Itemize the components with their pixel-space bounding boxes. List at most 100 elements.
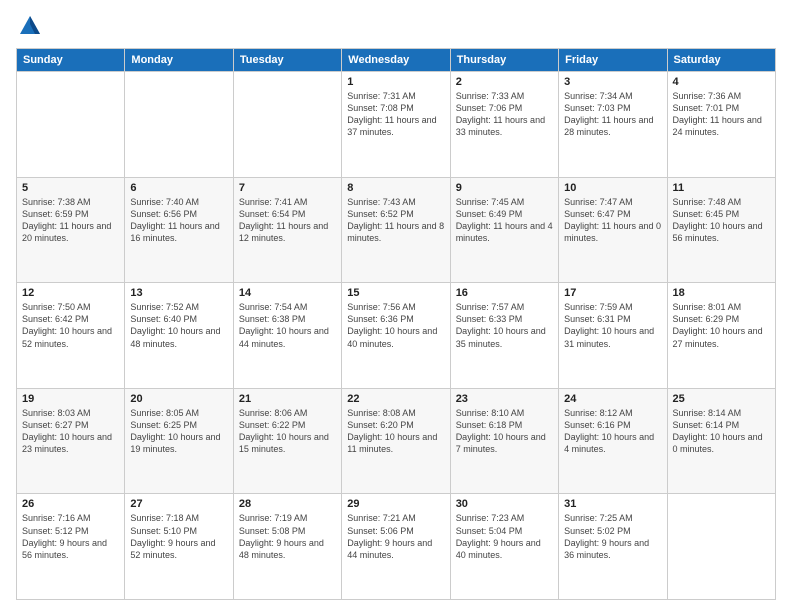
day-number: 30 bbox=[456, 498, 553, 510]
logo bbox=[16, 12, 48, 40]
day-cell: 1 Sunrise: 7:31 AM Sunset: 7:08 PM Daylig… bbox=[342, 72, 450, 178]
day-number: 26 bbox=[22, 498, 119, 510]
day-info: Sunrise: 7:31 AM Sunset: 7:08 PM Dayligh… bbox=[347, 90, 444, 139]
day-info: Sunrise: 7:33 AM Sunset: 7:06 PM Dayligh… bbox=[456, 90, 553, 139]
day-number: 23 bbox=[456, 393, 553, 405]
day-info: Sunrise: 7:34 AM Sunset: 7:03 PM Dayligh… bbox=[564, 90, 661, 139]
day-number: 29 bbox=[347, 498, 444, 510]
day-number: 14 bbox=[239, 287, 336, 299]
day-cell: 7Sunrise: 7:41 AM Sunset: 6:54 PM Daylig… bbox=[233, 177, 341, 283]
day-cell: 3 Sunrise: 7:34 AM Sunset: 7:03 PM Daylig… bbox=[559, 72, 667, 178]
weekday-saturday: Saturday bbox=[667, 49, 775, 72]
day-cell bbox=[667, 494, 775, 600]
day-info: Sunrise: 7:25 AM Sunset: 5:02 PM Dayligh… bbox=[564, 512, 661, 561]
day-number: 6 bbox=[130, 182, 227, 194]
day-info: Sunrise: 7:19 AM Sunset: 5:08 PM Dayligh… bbox=[239, 512, 336, 561]
week-row-3: 12 Sunrise: 7:50 AM Sunset: 6:42 PM Dayli… bbox=[17, 283, 776, 389]
day-number: 9 bbox=[456, 182, 553, 194]
day-number: 19 bbox=[22, 393, 119, 405]
day-cell: 19 Sunrise: 8:03 AM Sunset: 6:27 PM Dayli… bbox=[17, 388, 125, 494]
day-info: Sunrise: 7:56 AM Sunset: 6:36 PM Dayligh… bbox=[347, 301, 444, 350]
day-cell: 18 Sunrise: 8:01 AM Sunset: 6:29 PM Dayli… bbox=[667, 283, 775, 389]
day-cell: 25 Sunrise: 8:14 AM Sunset: 6:14 PM Dayli… bbox=[667, 388, 775, 494]
day-number: 31 bbox=[564, 498, 661, 510]
day-cell: 16 Sunrise: 7:57 AM Sunset: 6:33 PM Dayli… bbox=[450, 283, 558, 389]
day-number: 8 bbox=[347, 182, 444, 194]
day-info: Sunrise: 8:10 AM Sunset: 6:18 PM Dayligh… bbox=[456, 407, 553, 456]
day-info: Sunrise: 8:05 AM Sunset: 6:25 PM Dayligh… bbox=[130, 407, 227, 456]
day-number: 3 bbox=[564, 76, 661, 88]
day-cell: 29 Sunrise: 7:21 AM Sunset: 5:06 PM Dayli… bbox=[342, 494, 450, 600]
day-cell: 21 Sunrise: 8:06 AM Sunset: 6:22 PM Dayli… bbox=[233, 388, 341, 494]
day-number: 12 bbox=[22, 287, 119, 299]
day-cell: 28 Sunrise: 7:19 AM Sunset: 5:08 PM Dayli… bbox=[233, 494, 341, 600]
week-row-4: 19 Sunrise: 8:03 AM Sunset: 6:27 PM Dayli… bbox=[17, 388, 776, 494]
weekday-thursday: Thursday bbox=[450, 49, 558, 72]
day-cell: 10 Sunrise: 7:47 AM Sunset: 6:47 PM Dayli… bbox=[559, 177, 667, 283]
day-info: Sunrise: 7:43 AM Sunset: 6:52 PM Dayligh… bbox=[347, 196, 444, 245]
day-cell: 27Sunrise: 7:18 AM Sunset: 5:10 PM Dayli… bbox=[125, 494, 233, 600]
weekday-wednesday: Wednesday bbox=[342, 49, 450, 72]
day-number: 10 bbox=[564, 182, 661, 194]
day-number: 2 bbox=[456, 76, 553, 88]
day-cell: 2 Sunrise: 7:33 AM Sunset: 7:06 PM Daylig… bbox=[450, 72, 558, 178]
day-info: Sunrise: 7:21 AM Sunset: 5:06 PM Dayligh… bbox=[347, 512, 444, 561]
day-info: Sunrise: 8:08 AM Sunset: 6:20 PM Dayligh… bbox=[347, 407, 444, 456]
day-number: 25 bbox=[673, 393, 770, 405]
day-cell: 15 Sunrise: 7:56 AM Sunset: 6:36 PM Dayli… bbox=[342, 283, 450, 389]
day-info: Sunrise: 8:06 AM Sunset: 6:22 PM Dayligh… bbox=[239, 407, 336, 456]
day-cell bbox=[125, 72, 233, 178]
day-number: 16 bbox=[456, 287, 553, 299]
day-cell: 14 Sunrise: 7:54 AM Sunset: 6:38 PM Dayli… bbox=[233, 283, 341, 389]
day-info: Sunrise: 7:57 AM Sunset: 6:33 PM Dayligh… bbox=[456, 301, 553, 350]
day-cell: 6Sunrise: 7:40 AM Sunset: 6:56 PM Daylig… bbox=[125, 177, 233, 283]
day-number: 5 bbox=[22, 182, 119, 194]
calendar-table: SundayMondayTuesdayWednesdayThursdayFrid… bbox=[16, 48, 776, 600]
day-number: 13 bbox=[130, 287, 227, 299]
day-cell bbox=[233, 72, 341, 178]
week-row-2: 5 Sunrise: 7:38 AM Sunset: 6:59 PM Daylig… bbox=[17, 177, 776, 283]
day-info: Sunrise: 8:12 AM Sunset: 6:16 PM Dayligh… bbox=[564, 407, 661, 456]
day-cell: 9 Sunrise: 7:45 AM Sunset: 6:49 PM Daylig… bbox=[450, 177, 558, 283]
day-info: Sunrise: 7:48 AM Sunset: 6:45 PM Dayligh… bbox=[673, 196, 770, 245]
day-info: Sunrise: 7:38 AM Sunset: 6:59 PM Dayligh… bbox=[22, 196, 119, 245]
day-info: Sunrise: 7:47 AM Sunset: 6:47 PM Dayligh… bbox=[564, 196, 661, 245]
day-number: 17 bbox=[564, 287, 661, 299]
day-cell: 20 Sunrise: 8:05 AM Sunset: 6:25 PM Dayli… bbox=[125, 388, 233, 494]
weekday-header-row: SundayMondayTuesdayWednesdayThursdayFrid… bbox=[17, 49, 776, 72]
day-info: Sunrise: 7:50 AM Sunset: 6:42 PM Dayligh… bbox=[22, 301, 119, 350]
day-cell: 23 Sunrise: 8:10 AM Sunset: 6:18 PM Dayli… bbox=[450, 388, 558, 494]
day-number: 11 bbox=[673, 182, 770, 194]
weekday-monday: Monday bbox=[125, 49, 233, 72]
day-number: 15 bbox=[347, 287, 444, 299]
day-number: 28 bbox=[239, 498, 336, 510]
day-number: 22 bbox=[347, 393, 444, 405]
weekday-tuesday: Tuesday bbox=[233, 49, 341, 72]
logo-icon bbox=[16, 12, 44, 40]
day-info: Sunrise: 7:45 AM Sunset: 6:49 PM Dayligh… bbox=[456, 196, 553, 245]
day-info: Sunrise: 8:14 AM Sunset: 6:14 PM Dayligh… bbox=[673, 407, 770, 456]
day-info: Sunrise: 8:03 AM Sunset: 6:27 PM Dayligh… bbox=[22, 407, 119, 456]
day-info: Sunrise: 7:16 AM Sunset: 5:12 PM Dayligh… bbox=[22, 512, 119, 561]
day-cell: 13 Sunrise: 7:52 AM Sunset: 6:40 PM Dayli… bbox=[125, 283, 233, 389]
day-cell: 4Sunrise: 7:36 AM Sunset: 7:01 PM Daylig… bbox=[667, 72, 775, 178]
week-row-1: 1 Sunrise: 7:31 AM Sunset: 7:08 PM Daylig… bbox=[17, 72, 776, 178]
day-number: 18 bbox=[673, 287, 770, 299]
day-number: 1 bbox=[347, 76, 444, 88]
day-number: 20 bbox=[130, 393, 227, 405]
day-cell: 5 Sunrise: 7:38 AM Sunset: 6:59 PM Daylig… bbox=[17, 177, 125, 283]
weekday-friday: Friday bbox=[559, 49, 667, 72]
day-cell: 12 Sunrise: 7:50 AM Sunset: 6:42 PM Dayli… bbox=[17, 283, 125, 389]
day-cell bbox=[17, 72, 125, 178]
page: SundayMondayTuesdayWednesdayThursdayFrid… bbox=[0, 0, 792, 612]
day-info: Sunrise: 7:54 AM Sunset: 6:38 PM Dayligh… bbox=[239, 301, 336, 350]
day-cell: 24Sunrise: 8:12 AM Sunset: 6:16 PM Dayli… bbox=[559, 388, 667, 494]
day-info: Sunrise: 7:52 AM Sunset: 6:40 PM Dayligh… bbox=[130, 301, 227, 350]
day-info: Sunrise: 7:36 AM Sunset: 7:01 PM Dayligh… bbox=[673, 90, 770, 139]
day-info: Sunrise: 8:01 AM Sunset: 6:29 PM Dayligh… bbox=[673, 301, 770, 350]
weekday-sunday: Sunday bbox=[17, 49, 125, 72]
day-info: Sunrise: 7:18 AM Sunset: 5:10 PM Dayligh… bbox=[130, 512, 227, 561]
day-info: Sunrise: 7:59 AM Sunset: 6:31 PM Dayligh… bbox=[564, 301, 661, 350]
day-cell: 8 Sunrise: 7:43 AM Sunset: 6:52 PM Daylig… bbox=[342, 177, 450, 283]
day-number: 21 bbox=[239, 393, 336, 405]
